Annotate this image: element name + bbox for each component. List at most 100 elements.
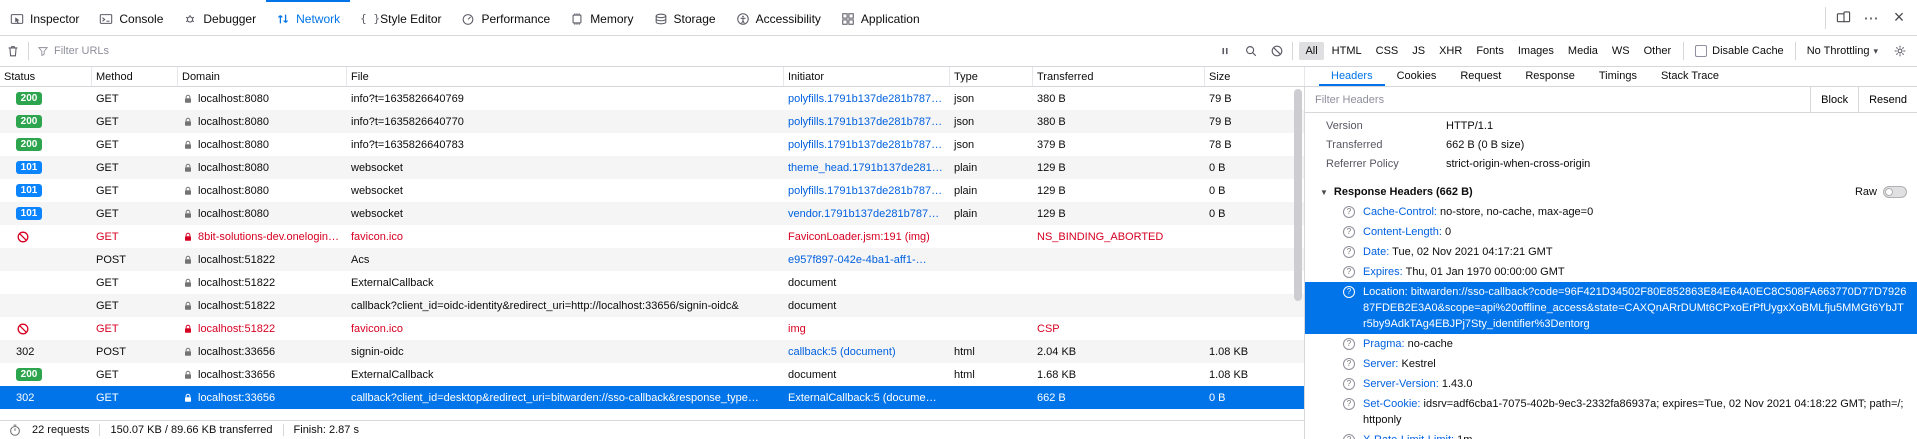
response-header-row[interactable]: ?X-Rate-Limit-Limit: 1m <box>1305 430 1917 439</box>
type-filter-html[interactable]: HTML <box>1326 42 1368 60</box>
response-header-row[interactable]: ?Server: Kestrel <box>1305 354 1917 374</box>
request-list-scrollbar[interactable] <box>1294 89 1302 301</box>
tab-memory[interactable]: Memory <box>560 0 643 35</box>
help-icon[interactable]: ? <box>1343 338 1355 350</box>
type-filter-ws[interactable]: WS <box>1606 42 1636 60</box>
disable-cache-control[interactable]: Disable Cache <box>1686 45 1793 57</box>
response-header-row[interactable]: ?Expires: Thu, 01 Jan 1970 00:00:00 GMT <box>1305 262 1917 282</box>
tab-application[interactable]: Application <box>831 0 930 35</box>
details-tab-stack-trace[interactable]: Stack Trace <box>1649 67 1731 86</box>
response-header-row[interactable]: ?Pragma: no-cache <box>1305 334 1917 354</box>
type-filter-css[interactable]: CSS <box>1370 42 1405 60</box>
response-header-row[interactable]: ?Cache-Control: no-store, no-cache, max-… <box>1305 202 1917 222</box>
responsive-design-icon[interactable] <box>1829 5 1857 31</box>
request-row[interactable]: GETlocalhost:51822callback?client_id=oid… <box>0 294 1304 317</box>
request-row[interactable]: 101GETlocalhost:8080websocketpolyfills.1… <box>0 179 1304 202</box>
tab-network[interactable]: Network <box>266 0 350 35</box>
tab-console[interactable]: Console <box>89 0 173 35</box>
type-filter-other[interactable]: Other <box>1638 42 1678 60</box>
lock-icon <box>182 300 194 312</box>
throttling-select[interactable]: No Throttling ▾ <box>1798 45 1887 57</box>
request-row[interactable]: GETlocalhost:51822favicon.icoimgCSP <box>0 317 1304 340</box>
request-row[interactable]: 200GETlocalhost:8080info?t=1635826640770… <box>0 110 1304 133</box>
initiator-text[interactable]: vendor.1791b137de281b787… <box>788 208 939 220</box>
details-tab-headers[interactable]: Headers <box>1319 67 1385 86</box>
request-blocking-icon[interactable] <box>1264 38 1290 64</box>
tab-style-editor[interactable]: { } Style Editor <box>350 0 451 35</box>
help-icon[interactable]: ? <box>1343 378 1355 390</box>
request-row[interactable]: POSTlocalhost:51822Acse957f897-042e-4ba1… <box>0 248 1304 271</box>
request-row[interactable]: 200GETlocalhost:8080info?t=1635826640783… <box>0 133 1304 156</box>
column-header-type[interactable]: Type <box>950 67 1033 86</box>
initiator-text[interactable]: polyfills.1791b137de281b787… <box>788 116 942 128</box>
column-header-transferred[interactable]: Transferred <box>1033 67 1205 86</box>
initiator-text[interactable]: ExternalCallback:5 (docume… <box>788 392 937 404</box>
column-header-method[interactable]: Method <box>92 67 178 86</box>
help-icon[interactable]: ? <box>1343 434 1355 439</box>
response-header-row[interactable]: ?Location: bitwarden://sso-callback?code… <box>1305 282 1917 334</box>
details-tab-cookies[interactable]: Cookies <box>1385 67 1449 86</box>
initiator-text[interactable]: callback:5 (document) <box>788 346 896 358</box>
help-icon[interactable]: ? <box>1343 206 1355 218</box>
request-row[interactable]: 302GETlocalhost:33656callback?client_id=… <box>0 386 1304 409</box>
details-tab-timings[interactable]: Timings <box>1587 67 1649 86</box>
type-filter-all[interactable]: All <box>1299 42 1323 60</box>
block-button[interactable]: Block <box>1810 87 1858 112</box>
initiator-text[interactable]: polyfills.1791b137de281b787… <box>788 185 942 197</box>
help-icon[interactable]: ? <box>1343 266 1355 278</box>
type-filter-media[interactable]: Media <box>1562 42 1604 60</box>
resend-button[interactable]: Resend <box>1858 87 1917 112</box>
request-row[interactable]: 101GETlocalhost:8080websockettheme_head.… <box>0 156 1304 179</box>
column-header-size[interactable]: Size <box>1205 67 1305 86</box>
tab-debugger[interactable]: Debugger <box>173 0 266 35</box>
raw-toggle[interactable] <box>1883 186 1907 198</box>
tab-accessibility[interactable]: Accessibility <box>726 0 831 35</box>
tab-label: Console <box>119 12 163 26</box>
initiator-text[interactable]: polyfills.1791b137de281b787… <box>788 139 942 151</box>
pause-recording-icon[interactable] <box>1212 38 1238 64</box>
performance-analysis-icon[interactable] <box>8 423 22 437</box>
details-tab-request[interactable]: Request <box>1448 67 1513 86</box>
help-icon[interactable]: ? <box>1343 246 1355 258</box>
response-header-row[interactable]: ?Content-Length: 0 <box>1305 222 1917 242</box>
initiator-text[interactable]: e957f897-042e-4ba1-aff1-… <box>788 254 927 266</box>
request-row[interactable]: 200GETlocalhost:8080info?t=1635826640769… <box>0 87 1304 110</box>
filter-headers-input[interactable] <box>1305 94 1810 106</box>
type-filter-js[interactable]: JS <box>1406 42 1431 60</box>
clear-requests-icon[interactable] <box>0 38 26 64</box>
help-icon[interactable]: ? <box>1343 286 1355 298</box>
request-row[interactable]: GETlocalhost:51822ExternalCallbackdocume… <box>0 271 1304 294</box>
initiator-text[interactable]: theme_head.1791b137de281… <box>788 162 943 174</box>
request-row[interactable]: GET8bit-solutions-dev.onelogin…favicon.i… <box>0 225 1304 248</box>
summary-value: HTTP/1.1 <box>1446 119 1493 134</box>
column-header-status[interactable]: Status <box>0 67 92 86</box>
details-tab-response[interactable]: Response <box>1513 67 1587 86</box>
tab-inspector[interactable]: Inspector <box>0 0 89 35</box>
response-header-row[interactable]: ?Date: Tue, 02 Nov 2021 04:17:21 GMT <box>1305 242 1917 262</box>
response-header-row[interactable]: ?Set-Cookie: idsrv=adf6cba1-7075-402b-9e… <box>1305 394 1917 430</box>
close-icon[interactable]: × <box>1885 5 1913 31</box>
column-header-domain[interactable]: Domain <box>178 67 347 86</box>
type-filter-fonts[interactable]: Fonts <box>1470 42 1510 60</box>
tab-storage[interactable]: Storage <box>644 0 726 35</box>
type-filter-xhr[interactable]: XHR <box>1433 42 1468 60</box>
gear-icon[interactable] <box>1887 38 1913 64</box>
request-row[interactable]: 302POSTlocalhost:33656signin-oidccallbac… <box>0 340 1304 363</box>
disable-cache-checkbox[interactable] <box>1695 45 1707 57</box>
request-row[interactable]: 101GETlocalhost:8080websocketvendor.1791… <box>0 202 1304 225</box>
help-icon[interactable]: ? <box>1343 226 1355 238</box>
initiator-text[interactable]: polyfills.1791b137de281b787… <box>788 93 942 105</box>
type-filter-images[interactable]: Images <box>1512 42 1560 60</box>
meatball-menu-icon[interactable]: ⋯ <box>1857 5 1885 31</box>
search-icon[interactable] <box>1238 38 1264 64</box>
help-icon[interactable]: ? <box>1343 358 1355 370</box>
domain-cell: 8bit-solutions-dev.onelogin… <box>178 225 347 248</box>
response-headers-section-header[interactable]: ▼ Response Headers (662 B) Raw <box>1305 182 1917 202</box>
column-header-file[interactable]: File <box>347 67 784 86</box>
response-header-row[interactable]: ?Server-Version: 1.43.0 <box>1305 374 1917 394</box>
filter-urls-input[interactable] <box>54 45 1206 57</box>
help-icon[interactable]: ? <box>1343 398 1355 410</box>
tab-performance[interactable]: Performance <box>451 0 560 35</box>
column-header-initiator[interactable]: Initiator <box>784 67 950 86</box>
request-row[interactable]: 200GETlocalhost:33656ExternalCallbackdoc… <box>0 363 1304 386</box>
